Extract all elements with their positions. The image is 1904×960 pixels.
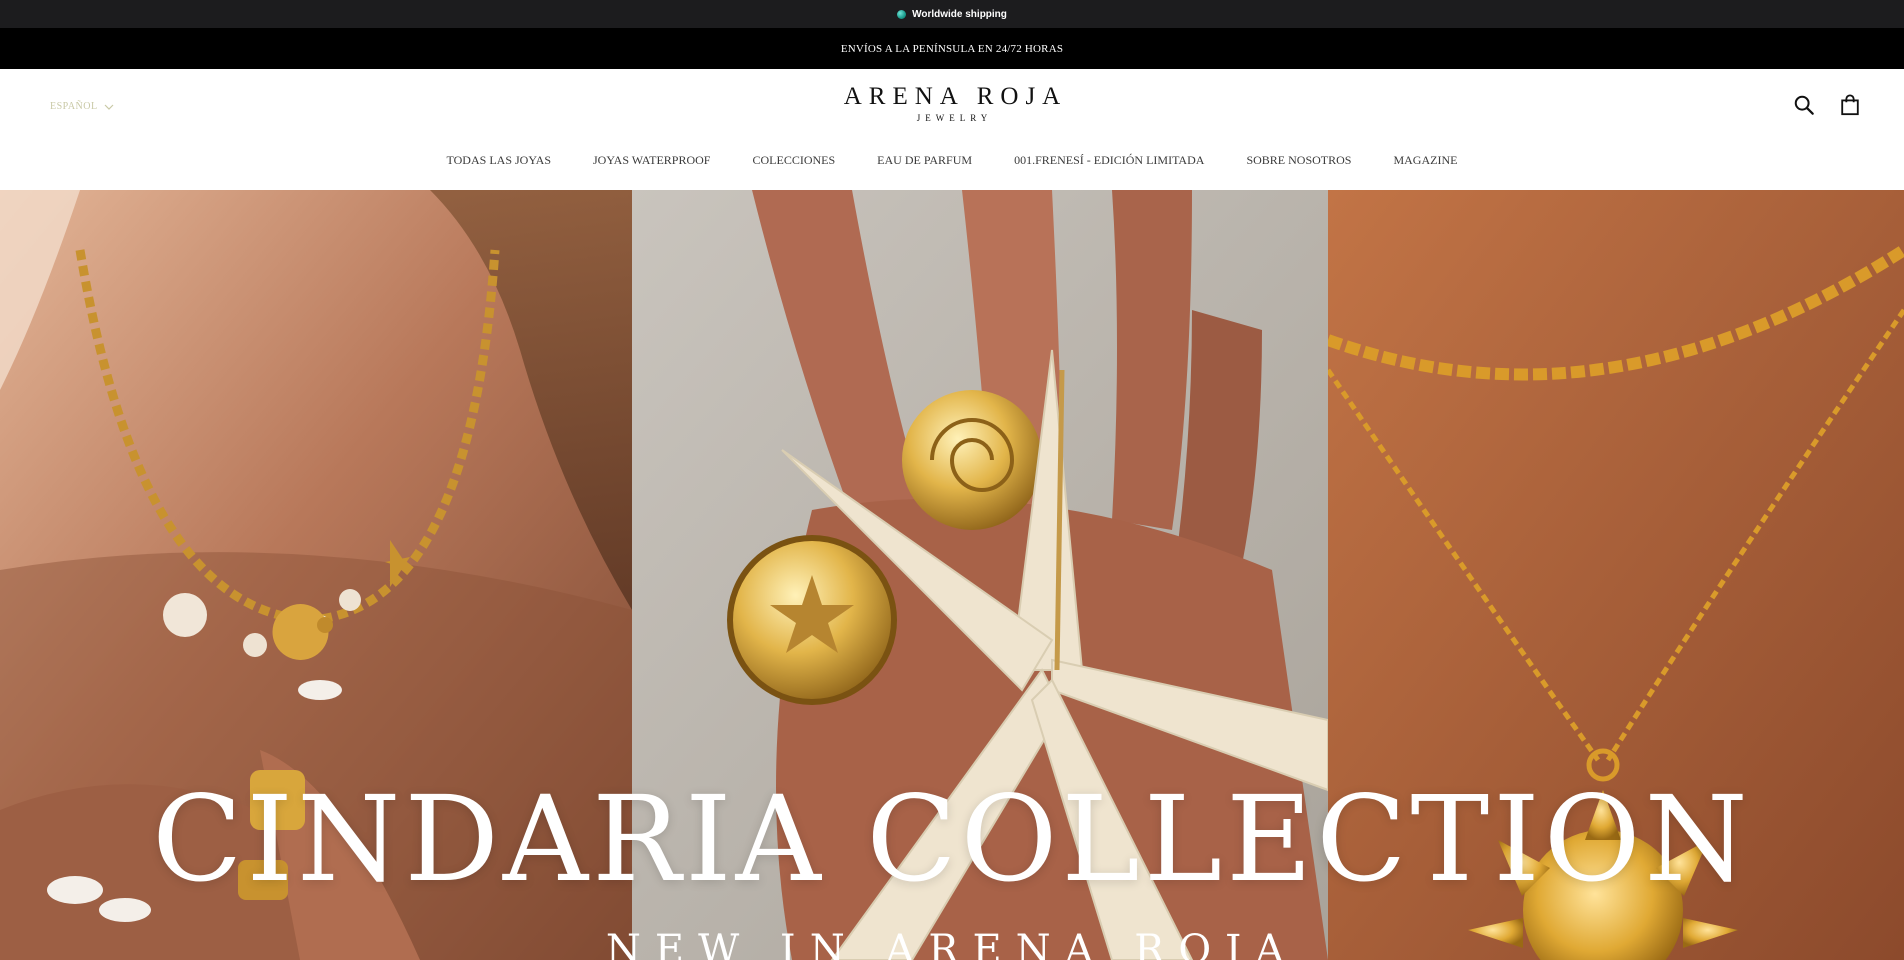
site-header: ESPAÑOL ARENA ROJA JEWELRY TODAS LAS JOY…	[0, 69, 1904, 190]
globe-icon	[897, 9, 907, 19]
hero-subtitle: NEW IN ARENA ROJA	[605, 927, 1299, 960]
brand-logo[interactable]: ARENA ROJA JEWELRY	[0, 83, 1904, 123]
language-selector[interactable]: ESPAÑOL	[50, 101, 114, 112]
search-icon[interactable]	[1792, 93, 1816, 117]
nav-item-todas-las-joyas[interactable]: TODAS LAS JOYAS	[447, 153, 551, 168]
nav-item-eau-de-parfum[interactable]: EAU DE PARFUM	[877, 153, 972, 168]
header-actions	[1792, 93, 1862, 117]
language-label: ESPAÑOL	[50, 101, 98, 112]
chevron-down-icon	[104, 104, 114, 110]
hero-title: CINDARIA COLLECTION	[152, 770, 1752, 908]
nav-item-magazine[interactable]: MAGAZINE	[1393, 153, 1457, 168]
shipping-bar: Worldwide shipping	[0, 0, 1904, 28]
nav-item-joyas-waterproof[interactable]: JOYAS WATERPROOF	[593, 153, 710, 168]
nav-item-sobre-nosotros[interactable]: SOBRE NOSOTROS	[1246, 153, 1351, 168]
announcement-bar: ENVÍOS A LA PENÍNSULA EN 24/72 HORAS	[0, 28, 1904, 69]
logo-wordmark: ARENA ROJA	[843, 83, 1068, 110]
announcement-text: ENVÍOS A LA PENÍNSULA EN 24/72 HORAS	[840, 42, 1064, 55]
shipping-text: Worldwide shipping	[912, 8, 1007, 20]
nav-item-frenesi[interactable]: 001.FRENESÍ - EDICIÓN LIMITADA	[1014, 153, 1204, 168]
shopping-bag-icon[interactable]	[1838, 93, 1862, 117]
main-nav: TODAS LAS JOYAS JOYAS WATERPROOF COLECCI…	[0, 153, 1904, 168]
logo-tagline: JEWELRY	[916, 113, 993, 123]
nav-item-colecciones[interactable]: COLECCIONES	[752, 153, 835, 168]
hero-banner[interactable]: CINDARIA COLLECTION NEW IN ARENA ROJA	[0, 190, 1904, 960]
